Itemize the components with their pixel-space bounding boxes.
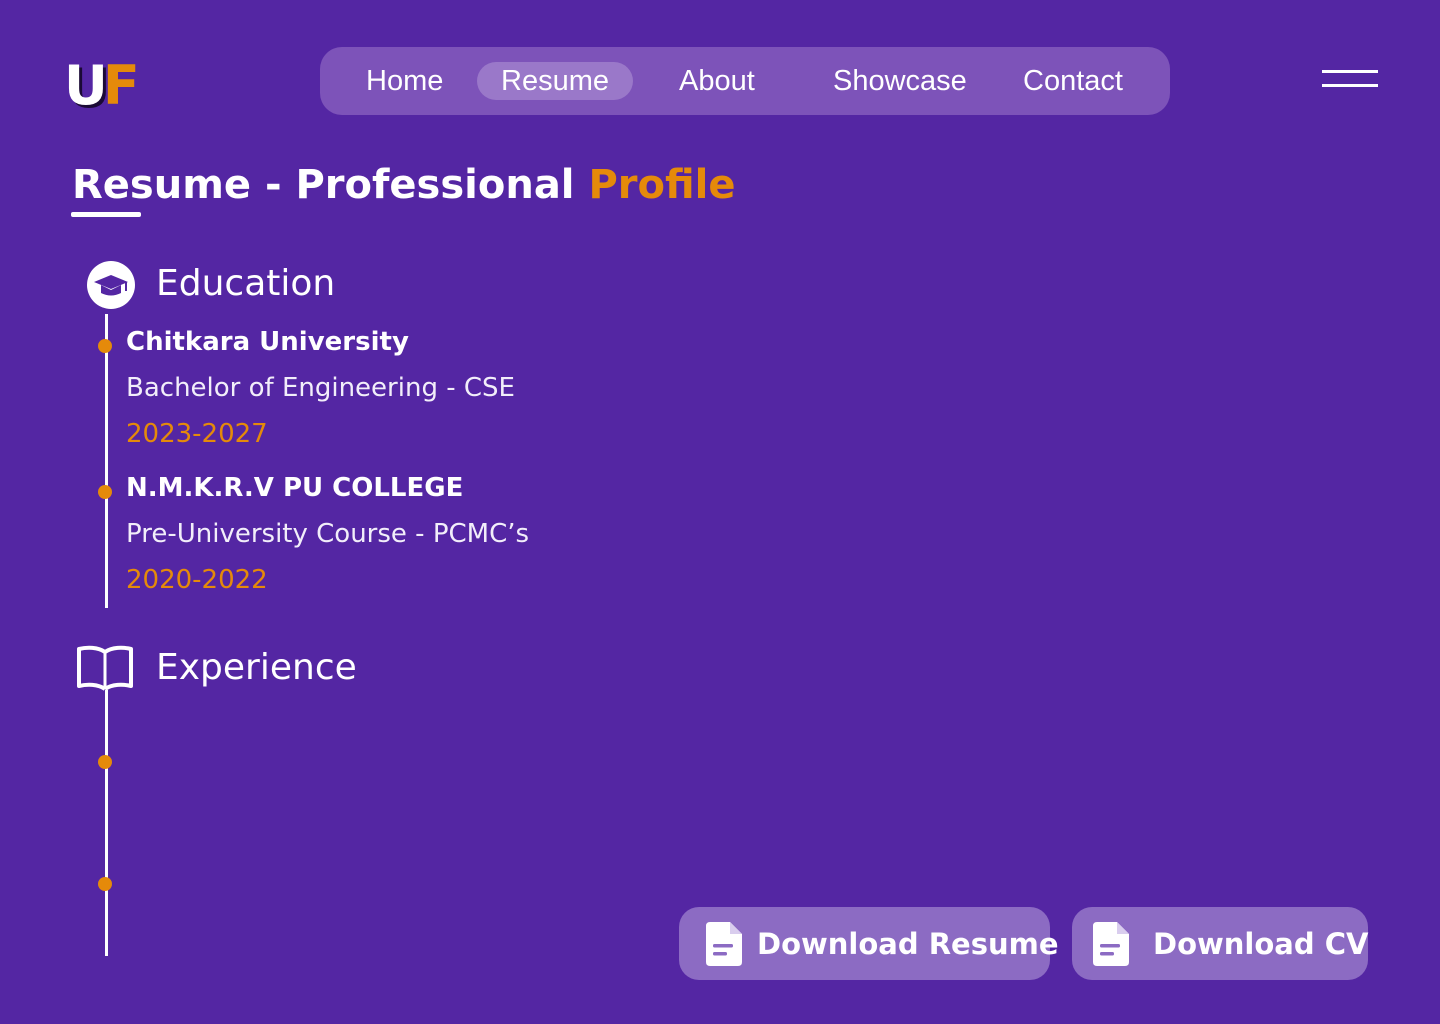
logo-letter-f: F bbox=[102, 54, 140, 117]
page-title: Resume - Professional Profile bbox=[72, 160, 735, 210]
education-heading: Education bbox=[156, 263, 336, 304]
download-resume-button[interactable]: Download Resume bbox=[679, 907, 1059, 980]
nav-item-resume[interactable]: Resume bbox=[477, 62, 633, 100]
main-nav: Home Resume About Showcase Contact bbox=[320, 47, 1170, 115]
graduation-cap-icon bbox=[87, 261, 135, 309]
education-institution: N.M.K.R.V PU COLLEGE bbox=[126, 473, 464, 503]
page-title-main: Resume - Professional bbox=[72, 162, 589, 208]
brand-logo[interactable]: UF bbox=[64, 54, 140, 117]
download-cv-button[interactable]: Download CV bbox=[1072, 907, 1368, 980]
education-degree: Bachelor of Engineering - CSE bbox=[126, 373, 515, 403]
document-icon bbox=[1093, 922, 1129, 966]
title-underline bbox=[71, 212, 141, 217]
hamburger-menu-icon[interactable] bbox=[1322, 70, 1378, 90]
download-cv-label: Download CV bbox=[1153, 927, 1369, 961]
experience-heading: Experience bbox=[156, 647, 357, 688]
download-resume-label: Download Resume bbox=[757, 927, 1059, 961]
timeline-dot bbox=[98, 755, 112, 769]
logo-letter-u: U bbox=[64, 54, 108, 117]
nav-item-showcase[interactable]: Showcase bbox=[833, 62, 967, 100]
page-title-accent: Profile bbox=[588, 162, 736, 208]
menu-line-top bbox=[1322, 70, 1378, 73]
nav-item-home[interactable]: Home bbox=[366, 62, 443, 100]
education-years: 2020-2022 bbox=[126, 565, 268, 595]
education-years: 2023-2027 bbox=[126, 419, 268, 449]
timeline-dot bbox=[98, 485, 112, 499]
education-degree: Pre-University Course - PCMC’s bbox=[126, 519, 530, 549]
timeline-dot bbox=[98, 877, 112, 891]
education-institution: Chitkara University bbox=[126, 327, 409, 357]
menu-line-bottom bbox=[1322, 84, 1378, 87]
nav-item-about[interactable]: About bbox=[679, 62, 755, 100]
timeline-dot bbox=[98, 339, 112, 353]
experience-timeline-line bbox=[105, 690, 108, 956]
open-book-icon bbox=[77, 645, 133, 691]
document-icon bbox=[706, 922, 742, 966]
education-timeline-line bbox=[105, 314, 108, 608]
nav-item-contact[interactable]: Contact bbox=[1023, 62, 1123, 100]
